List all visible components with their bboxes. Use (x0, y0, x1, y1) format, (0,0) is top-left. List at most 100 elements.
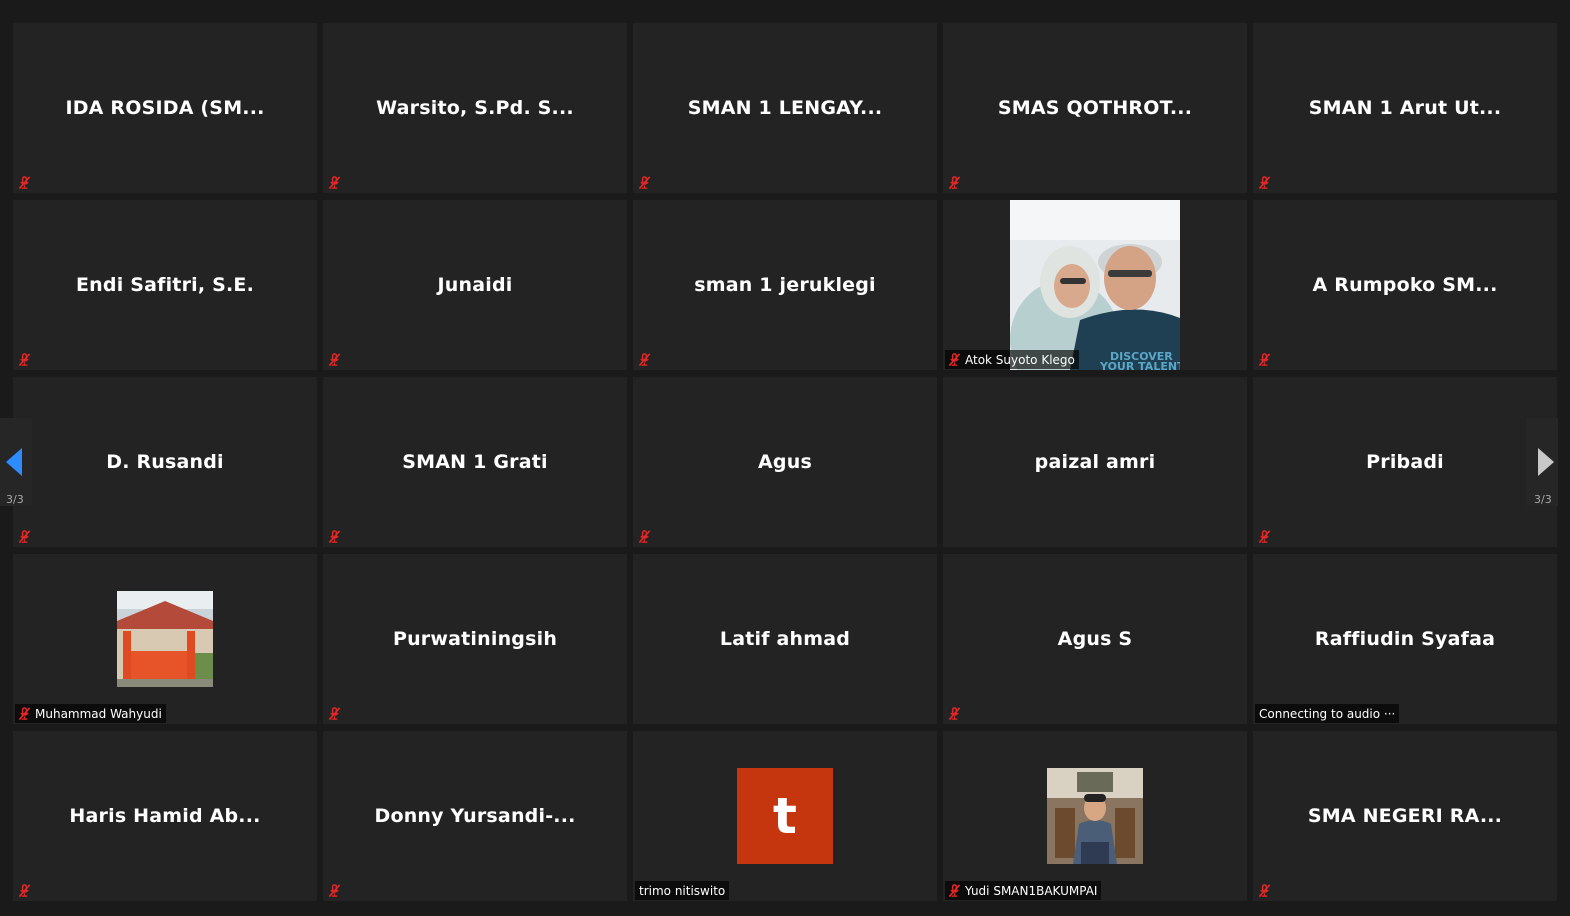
tile-footer (15, 881, 36, 900)
microphone-muted-icon (947, 706, 962, 721)
audio-status-label: Connecting to audio ··· (1259, 706, 1396, 721)
participant-label: Yudi SMAN1BAKUMPAI (965, 883, 1098, 898)
participant-tile[interactable]: SMAS QOTHROT... (943, 23, 1247, 193)
microphone-muted-icon (17, 883, 32, 898)
tile-footer (1255, 881, 1276, 900)
participant-tile[interactable]: Latif ahmad (633, 554, 937, 724)
participant-tile[interactable]: A Rumpoko SM... (1253, 200, 1557, 370)
participant-tile[interactable]: SMAN 1 Grati (323, 377, 627, 547)
participant-name: Raffiudin Syafaa (1314, 628, 1496, 650)
participant-tile[interactable]: Haris Hamid Ab... (13, 731, 317, 901)
tile-footer (945, 173, 966, 192)
tile-footer (945, 704, 966, 723)
participant-tile-with-photo[interactable]: Muhammad Wahyudi (13, 554, 317, 724)
microphone-muted-icon (327, 883, 342, 898)
participant-tile-with-avatar[interactable]: t trimo nitiswito (633, 731, 937, 901)
tile-footer (1255, 350, 1276, 369)
participant-tile[interactable]: Agus S (943, 554, 1247, 724)
profile-photo (117, 591, 213, 687)
tile-footer (325, 527, 346, 546)
tile-footer: trimo nitiswito (635, 881, 730, 900)
participant-tile[interactable]: Agus (633, 377, 937, 547)
arrow-left-icon (6, 448, 22, 476)
tile-footer (15, 350, 36, 369)
microphone-muted-icon (327, 529, 342, 544)
microphone-muted-icon (17, 706, 32, 721)
tile-footer (15, 527, 36, 546)
next-page-button[interactable]: 3/3 (1526, 418, 1558, 506)
tile-footer (635, 527, 656, 546)
tile-footer (325, 350, 346, 369)
participant-name: paizal amri (1034, 451, 1156, 473)
participant-tile-with-photo[interactable]: Yudi SMAN1BAKUMPAI (943, 731, 1247, 901)
arrow-right-icon (1538, 448, 1554, 476)
participant-tile[interactable]: D. Rusandi (13, 377, 317, 547)
tile-footer (325, 704, 346, 723)
participant-tile[interactable]: Warsito, S.Pd. S... (323, 23, 627, 193)
svg-text:YOUR TALENT: YOUR TALENT (1099, 360, 1180, 370)
profile-photo: DISCOVER YOUR TALENT (1010, 200, 1180, 370)
tile-footer (15, 173, 36, 192)
participant-name: Agus S (1057, 628, 1133, 650)
participant-tile[interactable]: Purwatiningsih (323, 554, 627, 724)
microphone-muted-icon (637, 175, 652, 190)
participant-name: IDA ROSIDA (SM... (65, 97, 265, 119)
participant-tile[interactable]: Donny Yursandi-... (323, 731, 627, 901)
participant-name: sman 1 jeruklegi (694, 274, 876, 296)
microphone-muted-icon (947, 352, 962, 367)
tile-footer (325, 881, 346, 900)
tile-footer: Muhammad Wahyudi (15, 704, 166, 723)
participant-label: trimo nitiswito (639, 883, 726, 898)
microphone-muted-icon (17, 352, 32, 367)
tile-footer (1255, 173, 1276, 192)
participant-tile[interactable]: Raffiudin Syafaa Connecting to audio ··· (1253, 554, 1557, 724)
participant-tile-with-photo[interactable]: DISCOVER YOUR TALENT Atok Suyoto Klego (943, 200, 1247, 370)
microphone-muted-icon (1257, 175, 1272, 190)
participant-name: Junaidi (437, 274, 513, 296)
participant-tile[interactable]: SMA NEGERI RA... (1253, 731, 1557, 901)
tile-footer (1255, 527, 1276, 546)
previous-page-button[interactable]: 3/3 (0, 418, 32, 506)
participant-name: SMAN 1 LENGAY... (687, 97, 883, 119)
avatar: t (737, 768, 833, 864)
participant-tile[interactable]: sman 1 jeruklegi (633, 200, 937, 370)
participant-tile[interactable]: Pribadi (1253, 377, 1557, 547)
microphone-muted-icon (1257, 529, 1272, 544)
participant-name: Donny Yursandi-... (374, 805, 576, 827)
tile-footer (635, 350, 656, 369)
tile-footer: Yudi SMAN1BAKUMPAI (945, 881, 1102, 900)
participant-tile[interactable]: SMAN 1 LENGAY... (633, 23, 937, 193)
microphone-muted-icon (637, 529, 652, 544)
participant-tile[interactable]: paizal amri (943, 377, 1247, 547)
participant-name: Agus (758, 451, 812, 473)
microphone-muted-icon (17, 175, 32, 190)
tile-footer (325, 173, 346, 192)
microphone-muted-icon (1257, 883, 1272, 898)
participant-name: A Rumpoko SM... (1312, 274, 1498, 296)
participant-name: Pribadi (1366, 451, 1444, 473)
participant-name: Endi Safitri, S.E. (75, 274, 254, 296)
participant-name: SMAS QOTHROT... (997, 97, 1193, 119)
microphone-muted-icon (947, 175, 962, 190)
microphone-muted-icon (327, 706, 342, 721)
tile-footer: Connecting to audio ··· (1255, 704, 1400, 723)
participant-tile[interactable]: Endi Safitri, S.E. (13, 200, 317, 370)
participant-name: Latif ahmad (719, 628, 851, 650)
microphone-muted-icon (17, 529, 32, 544)
participant-name: D. Rusandi (106, 451, 224, 473)
participant-tile[interactable]: Junaidi (323, 200, 627, 370)
participant-tile[interactable]: IDA ROSIDA (SM... (13, 23, 317, 193)
microphone-muted-icon (1257, 352, 1272, 367)
participant-grid: IDA ROSIDA (SM... Warsito, S.Pd. S... SM… (13, 23, 1557, 903)
participant-label: Atok Suyoto Klego (965, 352, 1075, 367)
microphone-muted-icon (637, 352, 652, 367)
participant-name: Warsito, S.Pd. S... (376, 97, 574, 119)
profile-photo (1047, 768, 1143, 864)
participant-tile[interactable]: SMAN 1 Arut Ut... (1253, 23, 1557, 193)
microphone-muted-icon (947, 883, 962, 898)
participant-name: SMA NEGERI RA... (1307, 805, 1503, 827)
participant-name: SMAN 1 Arut Ut... (1308, 97, 1502, 119)
tile-footer (635, 173, 656, 192)
page-indicator: 3/3 (1534, 493, 1552, 506)
microphone-muted-icon (327, 175, 342, 190)
